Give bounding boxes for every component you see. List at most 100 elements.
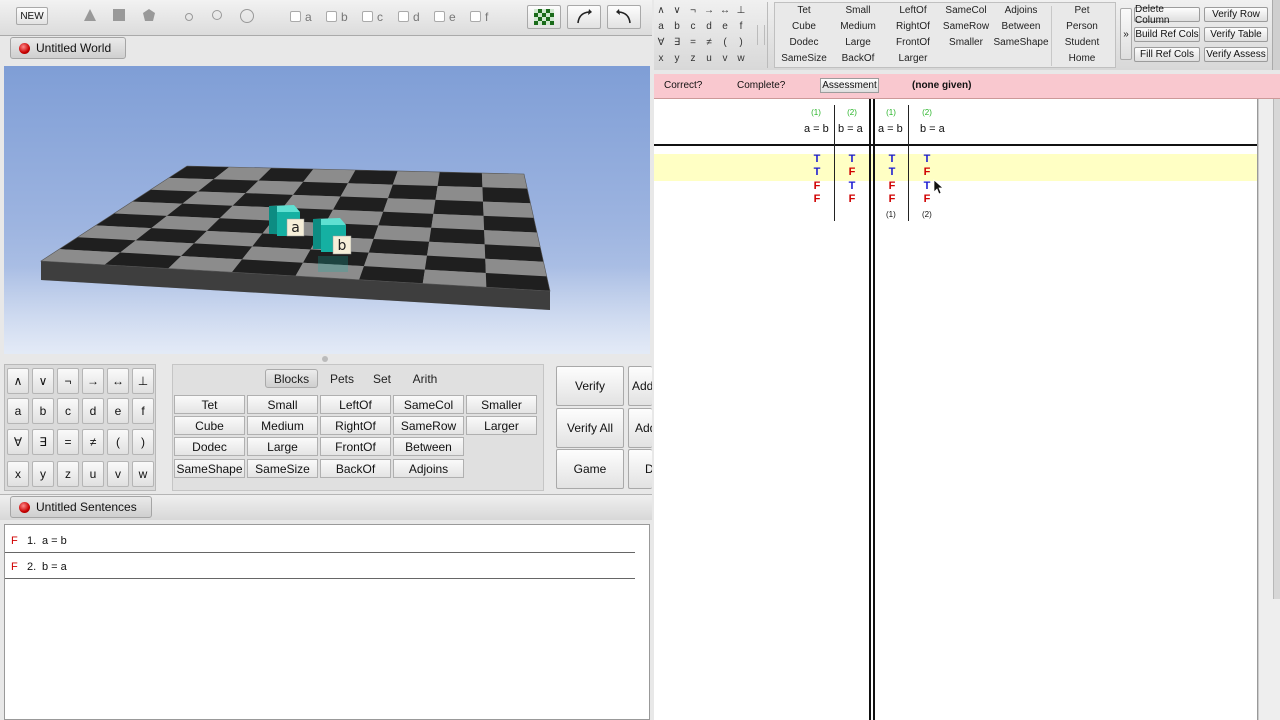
boole-symbol-key[interactable]: z	[686, 53, 700, 64]
symbol-key[interactable]: x	[7, 461, 29, 487]
board-square[interactable]	[373, 225, 432, 242]
boole-pet-key[interactable]: Person	[1052, 21, 1112, 32]
ref-cell[interactable]: F	[810, 193, 824, 205]
boole-predicate-key[interactable]: LeftOf	[883, 5, 943, 16]
tab-blocks[interactable]: Blocks	[265, 369, 318, 388]
main-cell[interactable]: F	[920, 166, 934, 178]
predicate-button[interactable]: Large	[247, 437, 318, 456]
predicate-button[interactable]: Dodec	[174, 437, 245, 456]
predicate-button[interactable]: SameSize	[247, 459, 318, 478]
truth-table[interactable]: (1) a = b (2) b = a (1) a = b (2) b = a …	[654, 99, 1258, 720]
rotate-left-button[interactable]	[607, 5, 641, 29]
board-square[interactable]	[378, 211, 434, 228]
sentence-row[interactable]: F 1. a = b	[5, 527, 635, 553]
boole-pet-key[interactable]: Student	[1052, 37, 1112, 48]
main-cell[interactable]: T	[920, 180, 934, 192]
predicate-button[interactable]: BackOf	[320, 459, 391, 478]
boole-symbol-key[interactable]: a	[654, 21, 668, 32]
boole-symbol-key[interactable]: f	[734, 21, 748, 32]
main-cell[interactable]: T	[885, 166, 899, 178]
game-button[interactable]: Game	[556, 449, 624, 489]
boole-symbol-key[interactable]: d	[702, 21, 716, 32]
boole-symbol-key[interactable]: )	[734, 37, 748, 48]
boole-predicate-key[interactable]: SameCol	[936, 5, 996, 16]
cube-shape-icon[interactable]	[112, 8, 126, 25]
boole-predicate-key[interactable]: Medium	[828, 21, 888, 32]
main-cell[interactable]: T	[920, 153, 934, 165]
more-predicates-button[interactable]: »	[1120, 8, 1132, 60]
dodec-shape-icon[interactable]	[142, 8, 156, 25]
new-block-button[interactable]: NEW	[16, 7, 48, 25]
boole-symbol-key[interactable]: u	[702, 53, 716, 64]
board-square[interactable]	[392, 171, 440, 186]
sentence-text[interactable]: a = b	[42, 535, 67, 547]
ref-cell[interactable]: F	[810, 180, 824, 192]
predicate-button[interactable]: SameShape	[174, 459, 245, 478]
add-after-button[interactable]: Add	[628, 408, 652, 448]
symbol-key[interactable]: ∨	[32, 368, 54, 394]
ref-column-header[interactable]: a = b	[804, 123, 829, 135]
predicate-button[interactable]: Adjoins	[393, 459, 464, 478]
delete-button[interactable]: D	[628, 449, 652, 489]
symbol-key[interactable]: →	[82, 368, 104, 394]
verify-row-button[interactable]: Verify Row	[1204, 7, 1268, 22]
boole-symbol-key[interactable]: ⊥	[734, 5, 748, 16]
boole-predicate-key[interactable]: Large	[828, 37, 888, 48]
predicate-button[interactable]: FrontOf	[320, 437, 391, 456]
predicate-button[interactable]: Cube	[174, 416, 245, 435]
ref-cell[interactable]: T	[810, 166, 824, 178]
tab-pets[interactable]: Pets	[321, 369, 363, 388]
large-size-icon[interactable]	[239, 8, 255, 27]
boole-predicate-key[interactable]: Cube	[774, 21, 834, 32]
symbol-key[interactable]: a	[7, 398, 29, 424]
board-square[interactable]	[431, 213, 485, 231]
add-sentence-button[interactable]: Add	[628, 366, 652, 406]
boole-symbol-key[interactable]: →	[702, 5, 716, 16]
boole-predicate-key[interactable]: Larger	[883, 53, 943, 64]
symbol-key[interactable]: f	[132, 398, 154, 424]
rotate-right-button[interactable]	[567, 5, 601, 29]
close-icon[interactable]	[19, 501, 30, 513]
boole-symbol-key[interactable]: (	[718, 37, 732, 48]
world-tab[interactable]: Untitled World	[10, 37, 126, 59]
boole-symbol-key[interactable]: x	[654, 53, 668, 64]
board-square[interactable]	[483, 201, 534, 218]
board-square[interactable]	[429, 227, 485, 245]
toolbar-scrollbar[interactable]	[1272, 0, 1280, 70]
main-cell[interactable]: F	[920, 193, 934, 205]
board-square[interactable]	[348, 170, 398, 185]
ref-column-header[interactable]: b = a	[838, 123, 863, 135]
symbol-key[interactable]: y	[32, 461, 54, 487]
boole-symbol-key[interactable]: ∀	[654, 37, 668, 48]
delete-column-button[interactable]: Delete Column	[1134, 4, 1200, 26]
scrollbar-track[interactable]	[1273, 99, 1280, 599]
verify-table-button[interactable]: Verify Table	[1204, 27, 1268, 42]
boole-symbol-key[interactable]: c	[686, 21, 700, 32]
symbol-key[interactable]: ∧	[7, 368, 29, 394]
predicate-button[interactable]: RightOf	[320, 416, 391, 435]
ref-cell[interactable]: T	[845, 153, 859, 165]
main-cell[interactable]: T	[885, 153, 899, 165]
boole-pet-key[interactable]: Pet	[1052, 5, 1112, 16]
predicate-button[interactable]: SameCol	[393, 395, 464, 414]
symbol-key[interactable]: ⊥	[132, 368, 154, 394]
boole-predicate-key[interactable]: Between	[991, 21, 1051, 32]
verify-all-button[interactable]: Verify All	[556, 408, 624, 448]
symbol-key[interactable]: ↔	[107, 368, 129, 394]
boole-predicate-key[interactable]: Adjoins	[991, 5, 1051, 16]
board-square[interactable]	[437, 172, 483, 188]
medium-size-icon[interactable]	[211, 9, 223, 24]
symbol-key[interactable]: b	[32, 398, 54, 424]
boole-predicate-key[interactable]: SameRow	[936, 21, 996, 32]
sentence-text[interactable]: b = a	[42, 561, 67, 573]
predicate-button[interactable]: LeftOf	[320, 395, 391, 414]
boole-symbol-key[interactable]: y	[670, 53, 684, 64]
boole-predicate-key[interactable]: Smaller	[936, 37, 996, 48]
predicate-button[interactable]: Smaller	[466, 395, 537, 414]
symbol-key[interactable]: v	[107, 461, 129, 487]
verify-assess-button[interactable]: Verify Assess	[1204, 47, 1268, 62]
board-square[interactable]	[484, 230, 541, 248]
world-3d-view[interactable]: a b	[4, 66, 650, 354]
boole-symbol-key[interactable]: v	[718, 53, 732, 64]
symbol-key[interactable]: ∀	[7, 429, 29, 455]
